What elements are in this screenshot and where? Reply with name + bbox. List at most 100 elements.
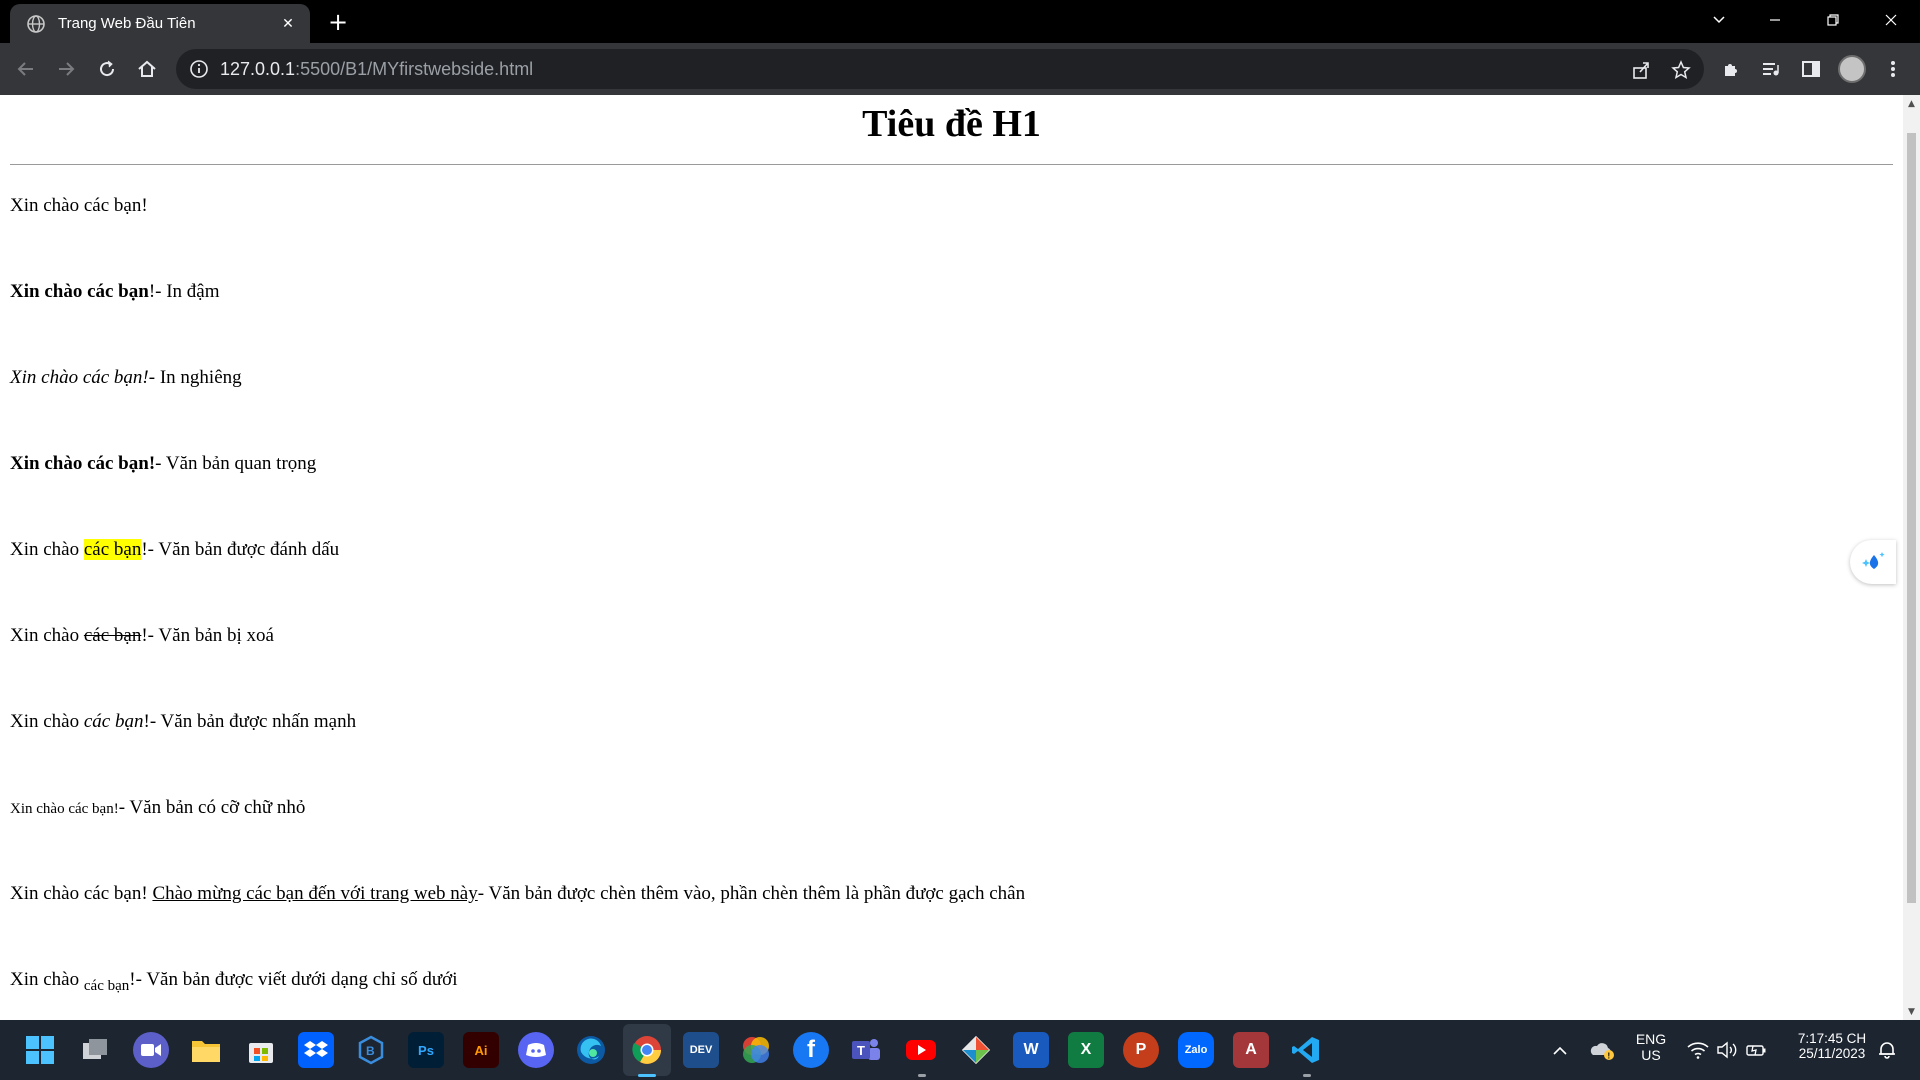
- url-path: :5500/B1/MYfirstwebside.html: [295, 58, 534, 79]
- windows-taskbar: B Ps Ai DEV f T W X P Zalo A ! ENG US 7:…: [0, 1020, 1920, 1080]
- illustrator-icon[interactable]: Ai: [463, 1032, 499, 1068]
- access-icon[interactable]: A: [1233, 1032, 1269, 1068]
- extensions-puzzle-icon[interactable]: [1717, 55, 1745, 83]
- tab-title: Trang Web Đầu Tiên: [58, 15, 196, 32]
- onedrive-warning-icon[interactable]: !: [1586, 1032, 1618, 1068]
- word-icon[interactable]: W: [1013, 1032, 1049, 1068]
- scroll-down-icon[interactable]: ▼: [1903, 1003, 1920, 1020]
- italic-caption: - In nghiêng: [148, 367, 242, 388]
- close-window-button[interactable]: [1868, 0, 1914, 40]
- scroll-up-icon[interactable]: ▲: [1903, 95, 1920, 112]
- line-plain-text: Xin chào các bạn!: [10, 195, 148, 216]
- zalo-label: Zalo: [1184, 1044, 1208, 1056]
- windows-start-icon[interactable]: [22, 1032, 58, 1068]
- devc-icon[interactable]: DEV: [683, 1032, 719, 1068]
- address-bar[interactable]: 127.0.0.1:5500/B1/MYfirstwebside.html: [176, 49, 1704, 89]
- back-arrow-icon[interactable]: [10, 53, 42, 85]
- mark-prefix: Xin chào: [10, 539, 84, 560]
- forward-arrow-icon[interactable]: [50, 53, 82, 85]
- browser-toolbar: 127.0.0.1:5500/B1/MYfirstwebside.html: [0, 43, 1920, 95]
- line-mark: Xin chào các bạn!- Văn bản được đánh dấu: [10, 539, 339, 561]
- line-strong: Xin chào các bạn!- Văn bản quan trọng: [10, 453, 316, 475]
- vscode-running-indicator: [1303, 1074, 1311, 1077]
- vertical-scrollbar[interactable]: ▲ ▼: [1903, 95, 1920, 1020]
- meet-icon[interactable]: [133, 1032, 169, 1068]
- word-label: W: [1023, 1041, 1039, 1058]
- dropbox-icon[interactable]: [298, 1032, 334, 1068]
- youtube-icon[interactable]: [903, 1032, 939, 1068]
- reload-icon[interactable]: [91, 53, 123, 85]
- edge-icon[interactable]: [573, 1032, 609, 1068]
- color-app-icon[interactable]: [738, 1032, 774, 1068]
- del-caption: !- Văn bản bị xoá: [141, 625, 274, 646]
- profile-avatar[interactable]: [1838, 55, 1866, 83]
- input-language[interactable]: ENG US: [1628, 1031, 1674, 1063]
- line-em: Xin chào các bạn!- Văn bản được nhấn mạn…: [10, 711, 356, 733]
- youtube-running-indicator: [918, 1074, 926, 1077]
- chrome-icon[interactable]: [629, 1032, 665, 1068]
- horizontal-rule: [10, 164, 1893, 165]
- bookmark-star-icon[interactable]: [1668, 57, 1694, 83]
- url-host: 127.0.0.1: [220, 58, 296, 79]
- restore-button[interactable]: [1810, 0, 1856, 40]
- scroll-thumb[interactable]: [1907, 133, 1916, 903]
- media-controls-icon[interactable]: [1757, 55, 1785, 83]
- vscode-icon[interactable]: [1288, 1032, 1324, 1068]
- excel-icon[interactable]: X: [1068, 1032, 1104, 1068]
- globe-icon: [27, 14, 45, 33]
- wifi-icon[interactable]: [1683, 1032, 1713, 1068]
- site-info-icon[interactable]: [188, 58, 210, 80]
- svg-text:!: !: [1608, 1052, 1611, 1061]
- ai-assistant-sparkle-icon[interactable]: [1850, 540, 1896, 584]
- clock[interactable]: 7:17:45 CH 25/11/2023: [1782, 1031, 1882, 1061]
- notification-bell-icon[interactable]: [1872, 1032, 1902, 1068]
- microsoft-store-icon[interactable]: [243, 1032, 279, 1068]
- home-icon[interactable]: [131, 53, 163, 85]
- tab-close-icon[interactable]: ✕: [276, 12, 300, 36]
- chrome-active-indicator: [638, 1074, 656, 1077]
- powerpoint-icon[interactable]: P: [1123, 1032, 1159, 1068]
- line-ins: Xin chào các bạn! Chào mừng các bạn đến …: [10, 883, 1025, 905]
- new-tab-button[interactable]: +: [324, 8, 352, 36]
- page-viewport: Tiêu đề H1 Xin chào các bạn! Xin chào cá…: [0, 95, 1903, 1020]
- page-heading: Tiêu đề H1: [862, 103, 1041, 145]
- virtualbox-icon[interactable]: B: [353, 1032, 389, 1068]
- emphasized-text: các bạn: [83, 711, 144, 732]
- volume-icon[interactable]: [1712, 1032, 1742, 1068]
- browser-tab[interactable]: Trang Web Đầu Tiên ✕: [10, 4, 310, 43]
- line-del: Xin chào các bạn!- Văn bản bị xoá: [10, 625, 274, 647]
- minimize-button[interactable]: [1752, 0, 1798, 40]
- chevron-up-icon[interactable]: [1544, 1032, 1576, 1068]
- line-italic: Xin chào các bạn!- In nghiêng: [10, 367, 242, 389]
- discord-icon[interactable]: [518, 1032, 554, 1068]
- task-view-icon[interactable]: [78, 1032, 114, 1068]
- mark-caption: !- Văn bản được đánh dấu: [141, 539, 340, 560]
- battery-icon[interactable]: [1741, 1032, 1771, 1068]
- em-caption: !- Văn bản được nhấn mạnh: [143, 711, 357, 732]
- photoshop-icon[interactable]: Ps: [408, 1032, 444, 1068]
- sub-caption: !- Văn bản được viết dưới dạng chỉ số dư…: [129, 969, 458, 990]
- ins-caption: - Văn bản được chèn thêm vào, phần chèn …: [477, 883, 1026, 904]
- file-explorer-icon[interactable]: [188, 1032, 224, 1068]
- illustrator-label: Ai: [474, 1042, 488, 1058]
- line-small: Xin chào các bạn!- Văn bản có cỡ chữ nhỏ: [10, 797, 305, 819]
- page-content: Tiêu đề H1 Xin chào các bạn! Xin chào cá…: [0, 102, 1903, 994]
- bold-text: Xin chào các bạn: [10, 281, 149, 302]
- zalo-icon[interactable]: Zalo: [1178, 1032, 1214, 1068]
- share-icon[interactable]: [1628, 57, 1654, 83]
- svg-text:B: B: [366, 1044, 375, 1058]
- language-code: ENG: [1635, 1031, 1667, 1047]
- git-icon[interactable]: [958, 1032, 994, 1068]
- line-plain: Xin chào các bạn!: [10, 195, 148, 217]
- powerpoint-label: P: [1135, 1041, 1147, 1058]
- tab-search-chevron-icon[interactable]: [1696, 0, 1742, 40]
- side-panel-icon[interactable]: [1797, 55, 1825, 83]
- facebook-icon[interactable]: f: [793, 1032, 829, 1068]
- menu-kebab-icon[interactable]: [1879, 55, 1907, 83]
- photoshop-label: Ps: [418, 1042, 434, 1058]
- svg-text:T: T: [857, 1043, 865, 1058]
- excel-label: X: [1080, 1041, 1092, 1058]
- teams-icon[interactable]: T: [848, 1032, 884, 1068]
- small-text: Xin chào các bạn!: [10, 801, 119, 817]
- ins-prefix: Xin chào các bạn!: [10, 883, 153, 904]
